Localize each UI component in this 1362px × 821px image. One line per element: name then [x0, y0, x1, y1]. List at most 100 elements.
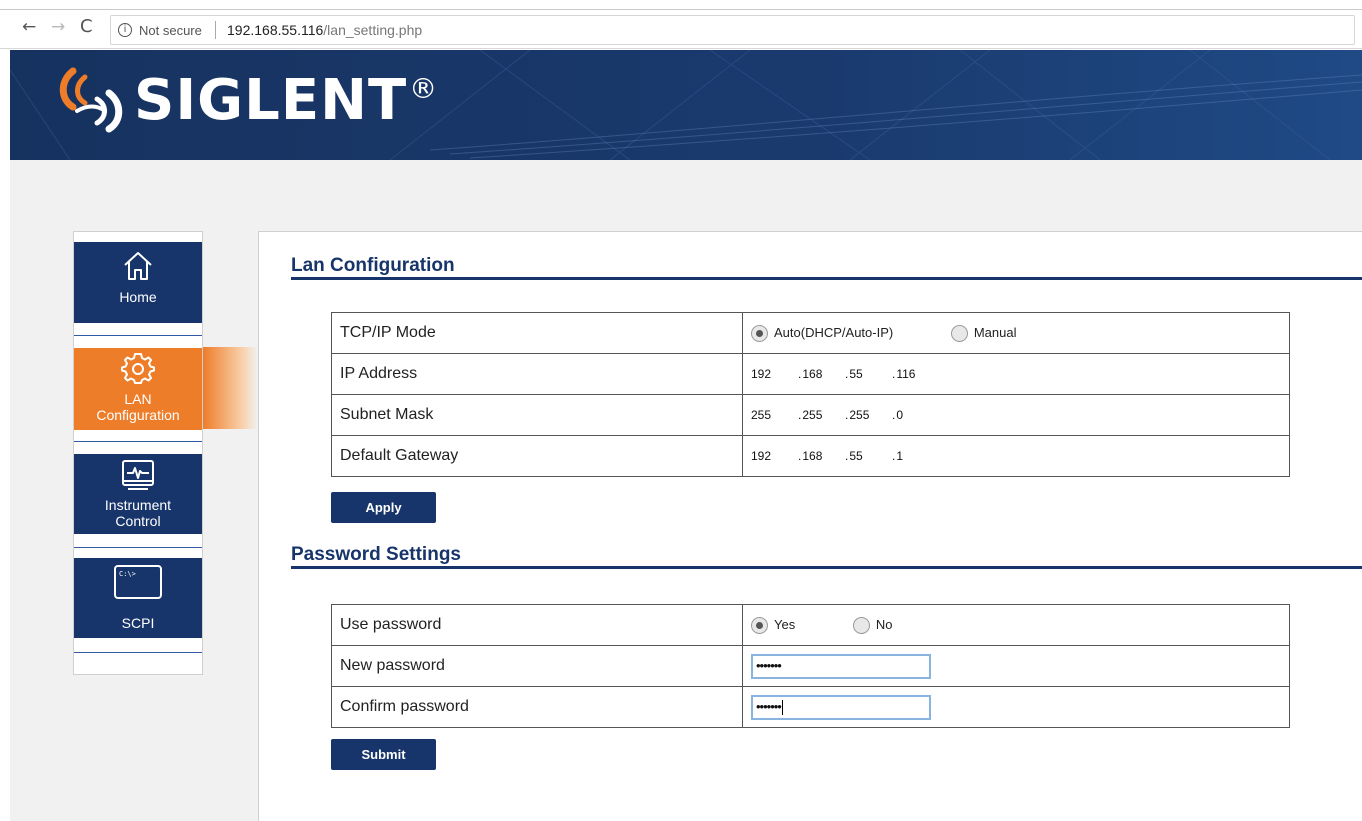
- gateway-octet-1[interactable]: 192: [751, 446, 798, 466]
- mode-manual-radio[interactable]: [950, 324, 968, 342]
- table-row: Confirm password •••••••: [331, 686, 1290, 728]
- gateway-octet-3[interactable]: .55: [845, 446, 892, 466]
- ip-octet-3-value: 55: [849, 366, 863, 381]
- mode-manual-label: Manual: [973, 325, 1017, 341]
- gateway-octet-2-value: 168: [802, 448, 823, 463]
- lan-configuration-heading: Lan Configuration: [291, 255, 455, 276]
- header-banner: SIGLENT®: [10, 50, 1362, 160]
- sidebar-divider: [74, 547, 202, 548]
- sidebar-item-lan-configuration[interactable]: LAN Configuration: [74, 348, 202, 430]
- gateway-octet-4-value: 1: [896, 448, 904, 463]
- browser-toolbar: ← → C i Not secure 192.168.55.116/lan_se…: [0, 11, 1362, 49]
- url-divider: [215, 21, 216, 39]
- gateway-octet-2[interactable]: .168: [798, 446, 845, 466]
- sidebar-item-scpi[interactable]: C:\> SCPI: [74, 558, 202, 638]
- use-password-no-radio[interactable]: [852, 616, 870, 634]
- gateway-octet-4[interactable]: .1: [892, 446, 939, 466]
- url-path: /lan_setting.php: [323, 22, 423, 38]
- tcp-ip-mode-label: TCP/IP Mode: [331, 312, 743, 354]
- default-gateway-field[interactable]: 192 .168 .55 .1: [751, 446, 939, 466]
- subnet-mask-value: 255 .255 .255 .0: [742, 394, 1290, 436]
- home-icon: [124, 252, 152, 280]
- forward-arrow-icon[interactable]: →: [51, 17, 65, 37]
- ip-octet-1[interactable]: 192: [751, 364, 798, 384]
- sidebar-divider: [74, 441, 202, 442]
- active-nav-indicator: [203, 347, 258, 429]
- browser-tab-strip: [0, 0, 1362, 10]
- apply-button[interactable]: Apply: [331, 492, 436, 523]
- sidebar-item-label: Control: [115, 513, 161, 529]
- confirm-password-label: Confirm password: [331, 686, 743, 728]
- sidebar-divider: [74, 335, 202, 336]
- sidebar-item-home[interactable]: Home: [74, 242, 202, 323]
- subnet-octet-3-value: 255: [849, 407, 870, 422]
- ip-address-value: 192 .168 .55 .116: [742, 353, 1290, 395]
- password-settings-heading: Password Settings: [291, 544, 461, 565]
- use-password-yes-radio[interactable]: [751, 616, 768, 634]
- mode-manual-option[interactable]: Manual: [950, 324, 1017, 342]
- subnet-octet-4[interactable]: .0: [892, 405, 939, 425]
- use-password-label: Use password: [331, 604, 743, 646]
- mode-auto-radio[interactable]: [751, 324, 768, 342]
- sidebar-item-label: Home: [119, 289, 157, 305]
- sidebar-item-label: Configuration: [96, 407, 180, 423]
- terminal-icon: C:\>: [114, 565, 162, 599]
- ip-octet-2[interactable]: .168: [798, 364, 845, 384]
- use-password-no-option[interactable]: No: [852, 616, 893, 634]
- sidebar-divider: [74, 652, 202, 653]
- ip-octet-4[interactable]: .116: [892, 364, 939, 384]
- gateway-octet-3-value: 55: [849, 448, 863, 463]
- ip-octet-4-value: 116: [896, 366, 916, 381]
- monitor-pulse-icon: [122, 460, 154, 490]
- tcp-ip-mode-value: Auto(DHCP/Auto-IP) Manual: [742, 312, 1290, 354]
- table-row: TCP/IP Mode Auto(DHCP/Auto-IP) Manual: [331, 312, 1290, 354]
- ip-octet-3[interactable]: .55: [845, 364, 892, 384]
- use-password-value: Yes No: [742, 604, 1290, 646]
- registered-mark: ®: [409, 72, 439, 105]
- ip-address-label: IP Address: [331, 353, 743, 395]
- sidebar-item-label: Instrument: [104, 497, 172, 513]
- text-caret: [781, 699, 783, 715]
- table-row: Subnet Mask 255 .255 .255 .0: [331, 394, 1290, 436]
- not-secure-label: Not secure: [139, 23, 202, 38]
- sidebar-item-label: SCPI: [121, 615, 155, 631]
- use-password-no-label: No: [875, 617, 893, 633]
- lan-config-table: TCP/IP Mode Auto(DHCP/Auto-IP) Manual IP…: [331, 312, 1290, 477]
- gear-icon: [121, 353, 155, 384]
- sidebar-item-label: LAN: [124, 391, 152, 407]
- new-password-value: •••••••: [742, 645, 1290, 687]
- reload-icon[interactable]: C: [80, 16, 93, 37]
- section-rule: [291, 566, 1362, 569]
- ip-address-field[interactable]: 192 .168 .55 .116: [751, 364, 939, 384]
- new-password-input[interactable]: •••••••: [751, 653, 931, 679]
- mode-auto-label: Auto(DHCP/Auto-IP): [774, 325, 894, 341]
- subnet-octet-1[interactable]: 255: [751, 405, 798, 425]
- table-row: Use password Yes No: [331, 604, 1290, 646]
- info-icon[interactable]: i: [118, 23, 132, 37]
- password-table: Use password Yes No New password •••••••…: [331, 604, 1290, 728]
- subnet-octet-2[interactable]: .255: [798, 405, 845, 425]
- sidebar-item-instrument-control[interactable]: Instrument Control: [74, 454, 202, 534]
- mode-auto-option[interactable]: Auto(DHCP/Auto-IP): [751, 324, 894, 342]
- subnet-octet-4-value: 0: [896, 407, 904, 422]
- back-arrow-icon[interactable]: ←: [22, 17, 36, 37]
- subnet-octet-3[interactable]: .255: [845, 405, 892, 425]
- url-text[interactable]: 192.168.55.116/lan_setting.php: [227, 22, 422, 38]
- brand-name: SIGLENT: [134, 68, 408, 133]
- use-password-yes-option[interactable]: Yes: [751, 616, 796, 634]
- url-host: 192.168.55.116: [227, 22, 324, 38]
- confirm-password-input[interactable]: •••••••: [751, 694, 931, 720]
- table-row: IP Address 192 .168 .55 .116: [331, 353, 1290, 395]
- address-bar[interactable]: i Not secure 192.168.55.116/lan_setting.…: [110, 15, 1355, 45]
- table-row: New password •••••••: [331, 645, 1290, 687]
- subnet-mask-label: Subnet Mask: [331, 394, 743, 436]
- main-panel: Lan Configuration TCP/IP Mode Auto(DHCP/…: [258, 231, 1362, 821]
- use-password-yes-label: Yes: [774, 617, 796, 633]
- ip-octet-2-value: 168: [802, 366, 823, 381]
- terminal-prompt-text: C:\>: [119, 570, 136, 578]
- brand-logo-text: SIGLENT®: [134, 68, 438, 133]
- siglent-logo-icon: [59, 67, 123, 133]
- default-gateway-value: 192 .168 .55 .1: [742, 435, 1290, 477]
- submit-button[interactable]: Submit: [331, 739, 436, 770]
- subnet-mask-field[interactable]: 255 .255 .255 .0: [751, 405, 939, 425]
